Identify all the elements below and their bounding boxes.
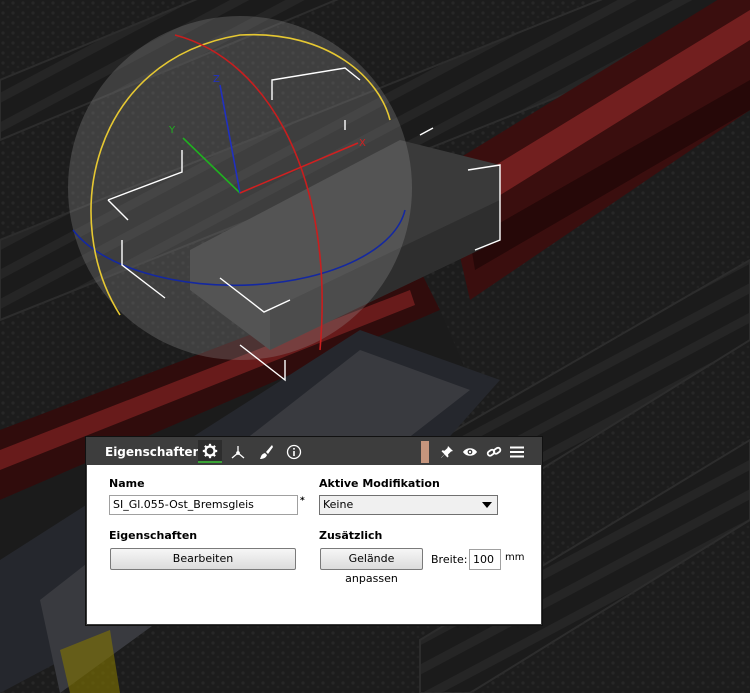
pin-icon	[441, 445, 453, 458]
properties-label: Eigenschaften	[109, 529, 198, 542]
brush-icon	[260, 444, 273, 459]
properties-panel: Eigenschaften Name SI_Gl.055-Ost_Bremsgl…	[86, 437, 542, 625]
tab-info[interactable]	[282, 440, 306, 463]
chevron-down-icon	[482, 502, 492, 508]
settings-icon	[202, 443, 218, 458]
accent-strip	[421, 441, 429, 463]
info-icon	[286, 444, 302, 459]
link-icon	[486, 446, 502, 457]
modification-selected: Keine	[323, 498, 354, 511]
tab-settings[interactable]	[198, 440, 222, 463]
width-input[interactable]: 100	[469, 549, 501, 570]
edit-button[interactable]: Bearbeiten	[110, 548, 296, 570]
menu-button[interactable]	[507, 441, 527, 462]
eye-icon	[463, 447, 477, 456]
terrain-button[interactable]: Gelände anpassen	[320, 548, 423, 585]
modified-marker: *	[300, 496, 305, 506]
link-button[interactable]	[484, 441, 504, 462]
modification-label: Aktive Modifikation	[319, 477, 440, 490]
pin-button[interactable]	[437, 441, 457, 462]
panel-title: Eigenschaften	[105, 445, 202, 459]
name-input[interactable]: SI_Gl.055-Ost_Bremsgleis	[109, 495, 298, 515]
tab-brush[interactable]	[254, 440, 278, 463]
axes-icon	[231, 445, 245, 458]
tab-axes[interactable]	[226, 440, 250, 463]
axis-z-label: Z	[213, 74, 220, 85]
modification-select[interactable]: Keine	[319, 495, 498, 515]
axis-x-label: X	[359, 138, 366, 149]
axis-y-label: Y	[168, 125, 176, 136]
menu-icon	[510, 446, 524, 457]
name-label: Name	[109, 477, 145, 490]
width-label: Breite:	[431, 553, 468, 566]
extra-label: Zusätzlich	[319, 529, 383, 542]
gizmo-sphere	[68, 16, 412, 360]
width-unit: mm	[505, 552, 525, 563]
visibility-button[interactable]	[460, 441, 480, 462]
panel-header: Eigenschaften	[87, 438, 541, 465]
